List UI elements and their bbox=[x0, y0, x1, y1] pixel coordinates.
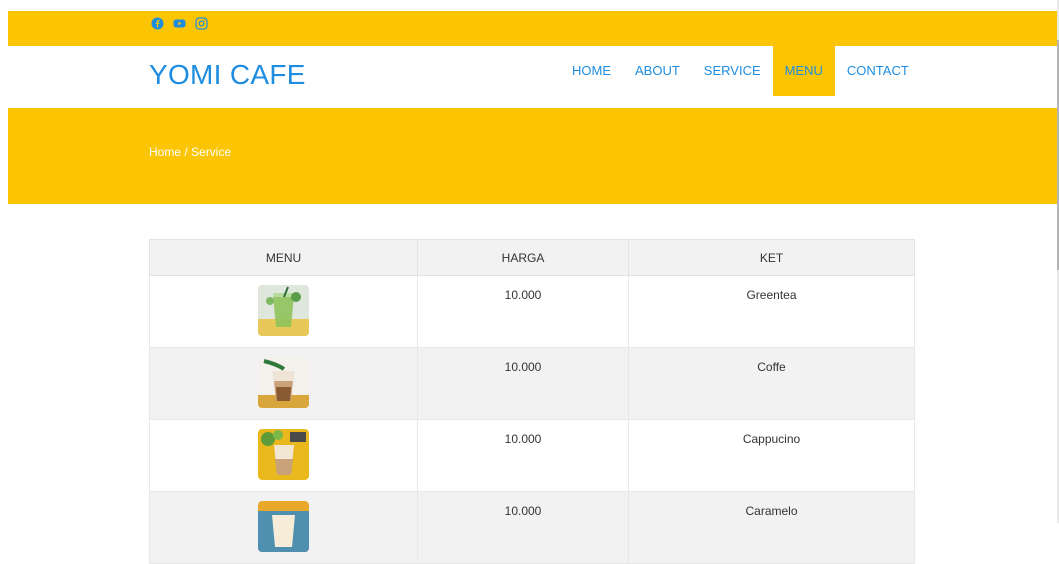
menu-cell bbox=[149, 491, 418, 564]
ket-cell: Cappucino bbox=[628, 419, 915, 492]
table-row: 10.000 Caramelo bbox=[149, 491, 915, 564]
menu-table: MENU HARGA KET 10.000 Greentea 10.000 Co… bbox=[149, 239, 915, 564]
table-row: 10.000 Cappucino bbox=[149, 419, 915, 492]
facebook-icon[interactable] bbox=[151, 17, 164, 30]
column-header-menu: MENU bbox=[149, 239, 418, 276]
nav-home[interactable]: HOME bbox=[560, 46, 623, 96]
ket-cell: Coffe bbox=[628, 347, 915, 420]
ket-cell: Greentea bbox=[628, 275, 915, 348]
table-row: 10.000 Greentea bbox=[149, 275, 915, 348]
site-header: YOMI CAFE HOME ABOUT SERVICE MENU CONTAC… bbox=[8, 46, 1058, 108]
table-row: 10.000 Coffe bbox=[149, 347, 915, 420]
menu-cell bbox=[149, 347, 418, 420]
harga-cell: 10.000 bbox=[417, 419, 629, 492]
harga-cell: 10.000 bbox=[417, 347, 629, 420]
instagram-icon[interactable] bbox=[195, 17, 208, 30]
breadcrumb: Home / Service bbox=[149, 145, 232, 159]
cappuccino-drink-image bbox=[258, 429, 309, 480]
coffee-drink-image bbox=[258, 357, 309, 408]
caramel-drink-image bbox=[258, 501, 309, 552]
nav-about[interactable]: ABOUT bbox=[623, 46, 692, 96]
page-banner: Home / Service bbox=[8, 108, 1058, 204]
column-header-harga: HARGA bbox=[417, 239, 629, 276]
nav-service[interactable]: SERVICE bbox=[692, 46, 773, 96]
nav-menu[interactable]: MENU bbox=[772, 46, 835, 96]
main-nav: HOME ABOUT SERVICE MENU CONTACT bbox=[560, 46, 921, 96]
brand-logo[interactable]: YOMI CAFE bbox=[149, 59, 306, 91]
ket-cell: Caramelo bbox=[628, 491, 915, 564]
top-bar bbox=[8, 11, 1058, 46]
social-links bbox=[151, 17, 208, 30]
nav-contact[interactable]: CONTACT bbox=[835, 46, 921, 96]
menu-table-container: MENU HARGA KET 10.000 Greentea 10.000 Co… bbox=[149, 239, 915, 564]
harga-cell: 10.000 bbox=[417, 275, 629, 348]
menu-cell bbox=[149, 275, 418, 348]
column-header-ket: KET bbox=[628, 239, 915, 276]
youtube-icon[interactable] bbox=[173, 17, 186, 30]
harga-cell: 10.000 bbox=[417, 491, 629, 564]
table-header-row: MENU HARGA KET bbox=[149, 239, 915, 276]
greentea-drink-image bbox=[258, 285, 309, 336]
menu-cell bbox=[149, 419, 418, 492]
